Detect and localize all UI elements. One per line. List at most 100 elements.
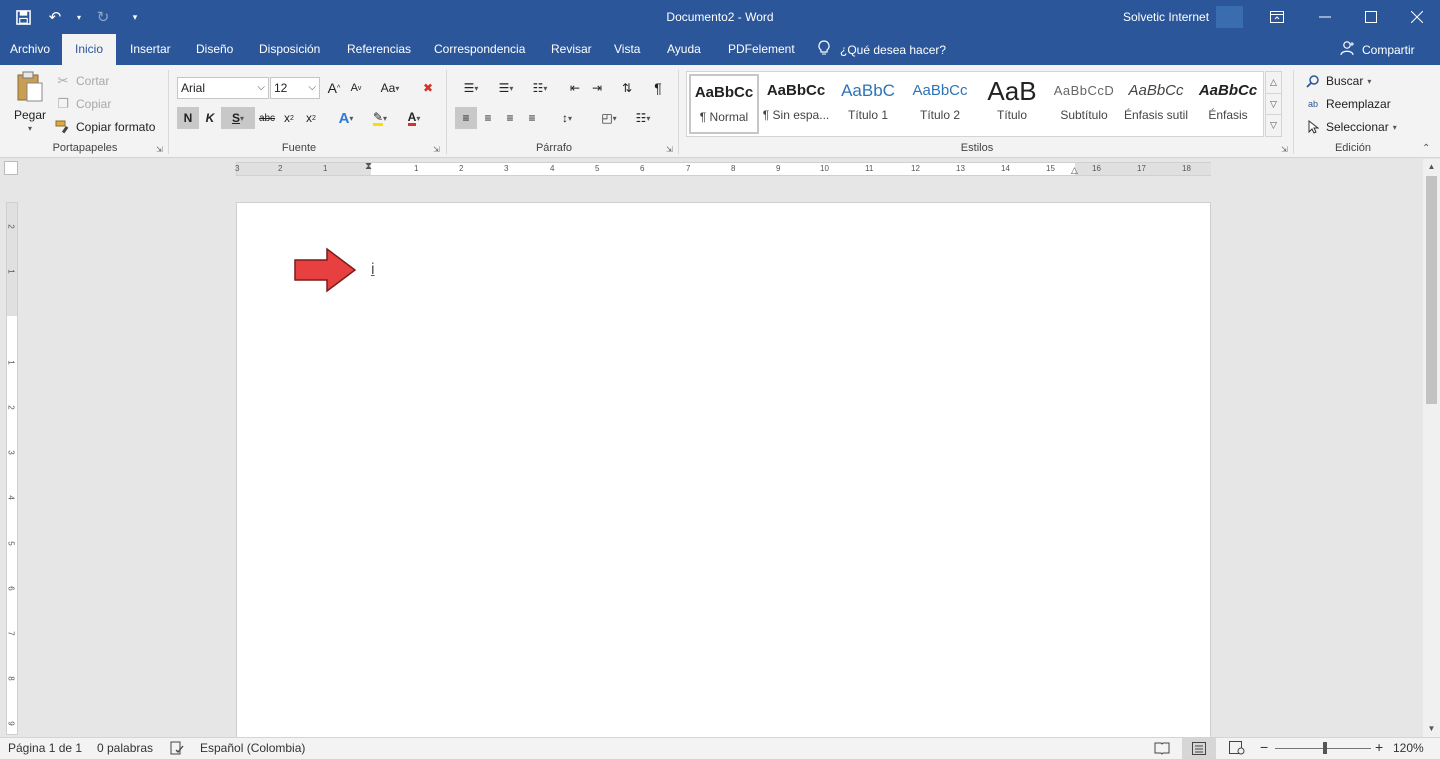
chevron-down-icon[interactable]: ▽ bbox=[1266, 94, 1281, 116]
tab-correspondencia[interactable]: Correspondencia bbox=[426, 34, 533, 65]
underline-button[interactable]: S ▾ bbox=[221, 107, 255, 129]
horizontal-ruler[interactable]: 3 2 1 1 2 3 4 5 6 7 8 9 10 11 12 13 14 1… bbox=[235, 161, 1211, 176]
tab-ayuda[interactable]: Ayuda bbox=[659, 34, 709, 65]
style-heading-1[interactable]: AaBbC Título 1 bbox=[833, 74, 903, 134]
tab-insertar[interactable]: Insertar bbox=[122, 34, 179, 65]
clear-formatting-icon[interactable]: ✖ bbox=[417, 77, 439, 99]
cut-button[interactable]: ✂ Cortar bbox=[54, 72, 110, 90]
bullets-button[interactable]: ☰ ▾ bbox=[455, 77, 487, 99]
tab-vista[interactable]: Vista bbox=[606, 34, 648, 65]
paste-button[interactable]: Pegar ▾ bbox=[10, 71, 50, 133]
zoom-level[interactable]: 120% bbox=[1393, 741, 1424, 755]
tab-pdfelement[interactable]: PDFelement bbox=[720, 34, 803, 65]
tab-inicio[interactable]: Inicio bbox=[62, 34, 116, 65]
font-color-button[interactable]: A ▾ bbox=[398, 107, 430, 129]
find-button[interactable]: Buscar ▾ bbox=[1304, 72, 1371, 90]
zoom-slider-thumb[interactable] bbox=[1323, 742, 1328, 754]
text-effects-button[interactable]: A ▾ bbox=[330, 107, 362, 129]
align-left-icon[interactable]: ≡ bbox=[455, 107, 477, 129]
page-count[interactable]: Página 1 de 1 bbox=[8, 741, 82, 755]
sort-icon[interactable]: ⇅ bbox=[616, 77, 638, 99]
justify-icon[interactable]: ≡ bbox=[521, 107, 543, 129]
maximize-icon[interactable] bbox=[1348, 0, 1394, 34]
user-name[interactable]: Solvetic Internet bbox=[1123, 10, 1209, 24]
print-layout-button[interactable] bbox=[1182, 738, 1216, 759]
style-no-spacing[interactable]: AaBbCc ¶ Sin espa... bbox=[761, 74, 831, 134]
zoom-out-icon[interactable]: − bbox=[1260, 739, 1268, 755]
minimize-icon[interactable] bbox=[1302, 0, 1348, 34]
tab-diseno[interactable]: Diseño bbox=[188, 34, 241, 65]
avatar[interactable] bbox=[1216, 6, 1243, 28]
numbering-button[interactable]: ☰ ▾ bbox=[490, 77, 522, 99]
paragraph-launcher-icon[interactable]: ⇲ bbox=[666, 145, 673, 154]
style-emphasis[interactable]: AaBbCc Énfasis bbox=[1193, 74, 1263, 134]
proofing-icon[interactable] bbox=[170, 741, 184, 758]
font-size-select[interactable]: 12 ⌵ bbox=[270, 77, 320, 99]
line-spacing-button[interactable]: ↕ ▾ bbox=[551, 107, 583, 129]
shading-button[interactable]: ◰ ▾ bbox=[593, 107, 625, 129]
replace-button[interactable]: ab Reemplazar bbox=[1304, 95, 1391, 113]
document-page[interactable]: i bbox=[236, 202, 1211, 742]
decrease-indent-icon[interactable]: ⇤ bbox=[564, 77, 586, 99]
tab-selector[interactable] bbox=[4, 161, 18, 175]
web-layout-icon[interactable] bbox=[1229, 741, 1245, 758]
align-center-icon[interactable]: ≡ bbox=[477, 107, 499, 129]
style-normal[interactable]: AaBbCc ¶ Normal bbox=[689, 74, 759, 134]
style-heading-2[interactable]: AaBbCc Título 2 bbox=[905, 74, 975, 134]
indent-marker-icon[interactable]: ⧗ bbox=[365, 161, 372, 172]
word-count[interactable]: 0 palabras bbox=[97, 741, 153, 755]
style-subtitle[interactable]: AaBbCcD Subtítulo bbox=[1049, 74, 1119, 134]
chevron-up-icon[interactable]: △ bbox=[1266, 72, 1281, 94]
shrink-font-button[interactable]: Av bbox=[345, 77, 367, 99]
change-case-button[interactable]: Aa ▾ bbox=[374, 77, 406, 99]
bold-button[interactable]: N bbox=[177, 107, 199, 129]
align-right-icon[interactable]: ≡ bbox=[499, 107, 521, 129]
customize-qat-icon[interactable]: ▾ bbox=[122, 4, 148, 30]
more-styles-icon[interactable]: ▽ bbox=[1266, 115, 1281, 136]
scrollbar-thumb[interactable] bbox=[1426, 176, 1437, 404]
tab-archivo[interactable]: Archivo bbox=[2, 34, 58, 65]
collapse-ribbon-icon[interactable]: ⌃ bbox=[1422, 143, 1430, 154]
show-marks-button[interactable]: ¶ bbox=[647, 77, 669, 99]
clipboard-launcher-icon[interactable]: ⇲ bbox=[156, 145, 163, 154]
vertical-ruler[interactable]: 2 1 1 2 3 4 5 6 7 8 9 bbox=[6, 202, 18, 735]
read-mode-icon[interactable] bbox=[1154, 741, 1170, 758]
vertical-scrollbar[interactable]: ▲ ▼ bbox=[1423, 159, 1440, 737]
subscript-button[interactable]: x2 bbox=[278, 107, 300, 129]
increase-indent-icon[interactable]: ⇥ bbox=[586, 77, 608, 99]
tab-revisar[interactable]: Revisar bbox=[543, 34, 600, 65]
multilevel-list-button[interactable]: ☷ ▾ bbox=[524, 77, 556, 99]
highlight-button[interactable]: ✎ ▾ bbox=[364, 107, 396, 129]
save-icon[interactable] bbox=[10, 4, 36, 30]
right-indent-marker-icon[interactable]: △ bbox=[1071, 165, 1078, 176]
superscript-button[interactable]: x2 bbox=[300, 107, 322, 129]
italic-button[interactable]: K bbox=[199, 107, 221, 129]
redo-icon[interactable]: ↻ bbox=[90, 4, 116, 30]
close-icon[interactable] bbox=[1394, 0, 1440, 34]
style-title[interactable]: AaB Título bbox=[977, 74, 1047, 134]
undo-icon[interactable]: ↶ bbox=[42, 4, 68, 30]
scroll-down-icon[interactable]: ▼ bbox=[1423, 721, 1440, 737]
language[interactable]: Español (Colombia) bbox=[200, 741, 305, 755]
select-dropdown-icon[interactable]: ▾ bbox=[1393, 123, 1397, 132]
select-button[interactable]: Seleccionar ▾ bbox=[1304, 118, 1397, 136]
font-launcher-icon[interactable]: ⇲ bbox=[433, 145, 440, 154]
borders-button[interactable]: ☷ ▾ bbox=[627, 107, 659, 129]
grow-font-button[interactable]: A ^ bbox=[323, 77, 345, 99]
paste-dropdown-icon[interactable]: ▾ bbox=[28, 124, 32, 133]
styles-launcher-icon[interactable]: ⇲ bbox=[1281, 145, 1288, 154]
font-name-select[interactable]: Arial ⌵ bbox=[177, 77, 269, 99]
copy-button[interactable]: ❐ Copiar bbox=[54, 95, 111, 113]
ribbon-display-options-icon[interactable] bbox=[1254, 0, 1300, 34]
tell-me-search[interactable]: ¿Qué desea hacer? bbox=[818, 34, 946, 65]
tab-referencias[interactable]: Referencias bbox=[339, 34, 419, 65]
scroll-up-icon[interactable]: ▲ bbox=[1423, 159, 1440, 175]
undo-dropdown-icon[interactable]: ▾ bbox=[74, 4, 84, 30]
zoom-in-icon[interactable]: + bbox=[1375, 739, 1383, 755]
strikethrough-button[interactable]: abc bbox=[256, 107, 278, 129]
tab-disposicion[interactable]: Disposición bbox=[251, 34, 328, 65]
format-painter-button[interactable]: Copiar formato bbox=[54, 118, 155, 136]
find-dropdown-icon[interactable]: ▾ bbox=[1367, 77, 1371, 86]
style-subtle-emphasis[interactable]: AaBbCc Énfasis sutil bbox=[1121, 74, 1191, 134]
share-button[interactable]: Compartir bbox=[1340, 34, 1415, 65]
